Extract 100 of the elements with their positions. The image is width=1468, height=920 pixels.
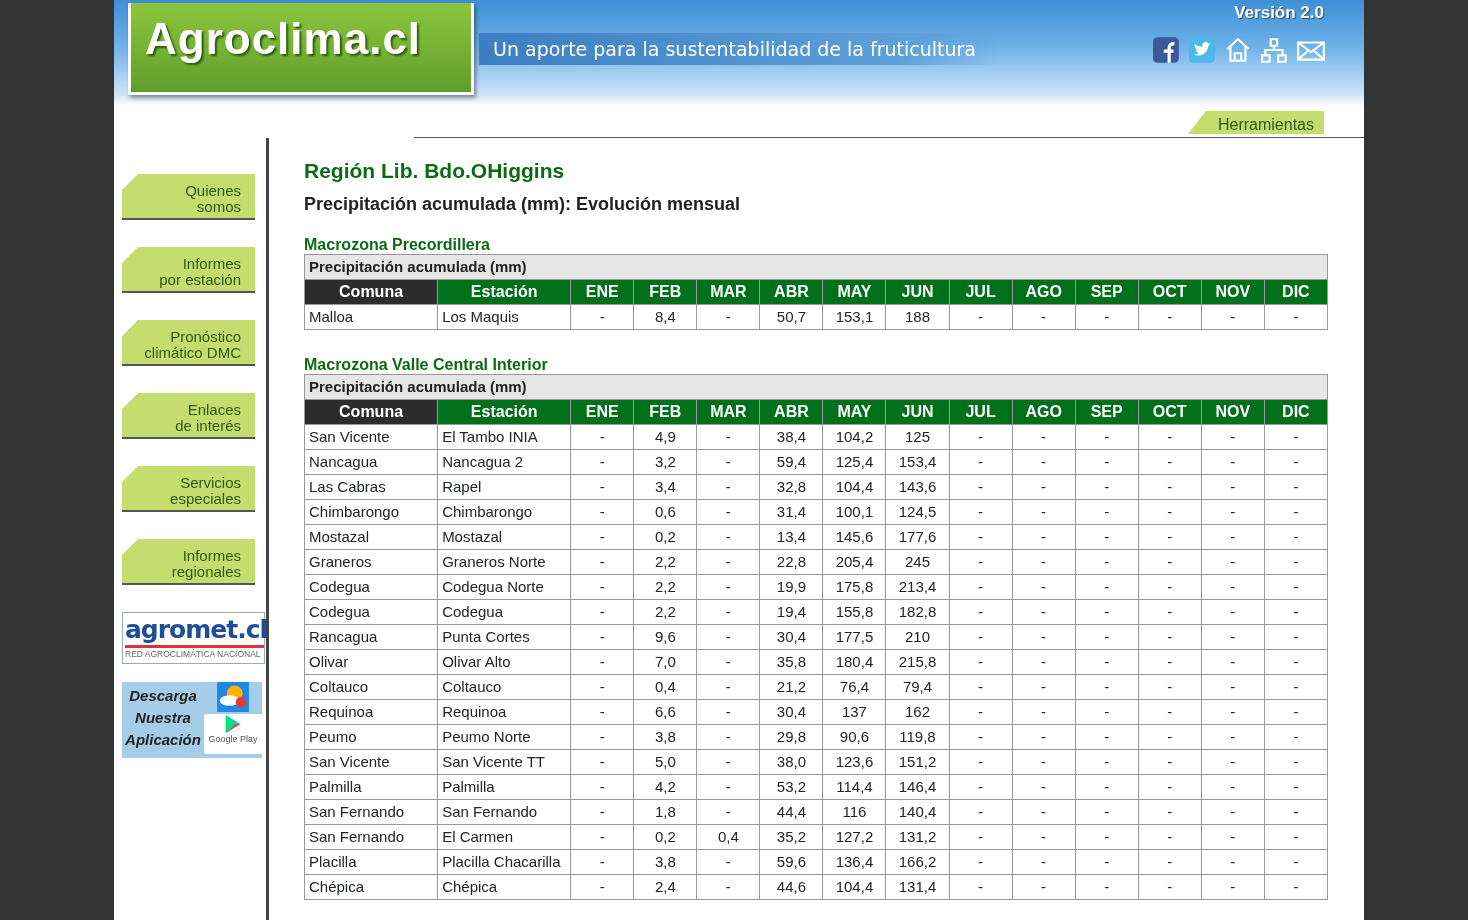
sidebar-nav-button[interactable]: Informes regionales: [122, 539, 255, 585]
table-cell: Peumo: [304, 724, 438, 750]
table-cell: -: [1264, 304, 1328, 330]
table-cell: 21,2: [759, 674, 823, 700]
table-cell: -: [1264, 424, 1328, 450]
table-cell: -: [1201, 499, 1265, 525]
table-cell: -: [1075, 549, 1139, 575]
table-cell: -: [570, 799, 634, 825]
table-cell: 180,4: [822, 649, 886, 675]
table-caption: Precipitación acumulada (mm): [304, 374, 1328, 400]
table-cell: -: [1138, 624, 1202, 650]
table-cell: -: [1138, 649, 1202, 675]
table-cell: -: [1201, 824, 1265, 850]
facebook-icon[interactable]: [1152, 36, 1182, 64]
table-cell: -: [1138, 424, 1202, 450]
table-cell: -: [949, 849, 1013, 875]
table-cell: -: [570, 549, 634, 575]
table-cell: 153,1: [822, 304, 886, 330]
agromet-banner[interactable]: agromet.cl RED AGROCLIMÁTICA NACIONAL: [122, 612, 265, 664]
table-cell: Chépica: [437, 874, 571, 900]
table-cell: Peumo Norte: [437, 724, 571, 750]
table-cell: 151,2: [886, 749, 950, 775]
table-cell: Palmilla: [437, 774, 571, 800]
table-cell: 119,8: [886, 724, 950, 750]
table-cell: -: [949, 774, 1013, 800]
table-cell: Palmilla: [304, 774, 438, 800]
sidebar-nav-button[interactable]: Enlaces de interés: [122, 393, 255, 439]
table-cell: Chépica: [304, 874, 438, 900]
twitter-icon[interactable]: [1188, 36, 1218, 64]
table-cell: 127,2: [822, 824, 886, 850]
table-cell: 3,8: [633, 724, 697, 750]
table-cell: Nancagua: [304, 449, 438, 475]
table-cell: 143,6: [886, 474, 950, 500]
table-cell: 131,4: [886, 874, 950, 900]
table-cell: 2,2: [633, 549, 697, 575]
table-cell: 114,4: [822, 774, 886, 800]
table-cell: -: [696, 424, 760, 450]
table-cell: 5,0: [633, 749, 697, 775]
table-cell: 9,6: [633, 624, 697, 650]
table-cell: 7,0: [633, 649, 697, 675]
sidebar-nav-button[interactable]: Servicios especiales: [122, 466, 255, 512]
table-cell: 213,4: [886, 574, 950, 600]
table-cell: -: [696, 674, 760, 700]
app-download-banner[interactable]: Descarga Nuestra Aplicación Google Play: [122, 682, 262, 758]
table-cell: -: [949, 649, 1013, 675]
table-cell: Placilla: [304, 849, 438, 875]
table-cell: -: [1138, 499, 1202, 525]
table-cell: 215,8: [886, 649, 950, 675]
table-cell: -: [570, 749, 634, 775]
table-cell: Graneros: [304, 549, 438, 575]
table-cell: -: [1012, 874, 1076, 900]
sidebar-nav-button[interactable]: Informes por estación: [122, 247, 255, 293]
table-cell: -: [1138, 774, 1202, 800]
table-cell: -: [1012, 624, 1076, 650]
sidebar-nav-button[interactable]: Quienes somos: [122, 174, 255, 220]
table-cell: -: [1201, 849, 1265, 875]
table-cell: 6,6: [633, 699, 697, 725]
table-cell: -: [1075, 424, 1139, 450]
table-cell: San Fernando: [304, 824, 438, 850]
table-cell: -: [1264, 624, 1328, 650]
table-cell: -: [949, 474, 1013, 500]
table-cell: 3,2: [633, 449, 697, 475]
table-cell: -: [1264, 549, 1328, 575]
table-cell: -: [1075, 749, 1139, 775]
table-cell: -: [1075, 824, 1139, 850]
table-cell: -: [1201, 574, 1265, 600]
table-cell: -: [949, 799, 1013, 825]
table-cell: -: [1201, 624, 1265, 650]
column-header: Estación: [437, 399, 571, 425]
table-cell: -: [1138, 799, 1202, 825]
table-cell: San Vicente: [304, 424, 438, 450]
table-cell: -: [1138, 824, 1202, 850]
table-cell: -: [570, 449, 634, 475]
sidebar-nav-button[interactable]: Pronóstico climático DMC: [122, 320, 255, 366]
table-cell: -: [1264, 649, 1328, 675]
table-cell: 0,6: [633, 499, 697, 525]
table-cell: -: [1201, 424, 1265, 450]
table-cell: -: [949, 824, 1013, 850]
table-cell: -: [570, 574, 634, 600]
table-cell: 30,4: [759, 699, 823, 725]
store-label: Google Play: [208, 734, 258, 745]
tools-tab[interactable]: Herramientas: [1187, 111, 1324, 134]
table-cell: -: [570, 649, 634, 675]
table-cell: -: [1012, 674, 1076, 700]
table-cell: Coltauco: [437, 674, 571, 700]
table-cell: 125: [886, 424, 950, 450]
table-cell: -: [1075, 674, 1139, 700]
table-cell: -: [1264, 574, 1328, 600]
table-cell: -: [1264, 699, 1328, 725]
table-cell: 177,6: [886, 524, 950, 550]
section-title: Macrozona Precordillera: [304, 235, 491, 254]
table-cell: 22,8: [759, 549, 823, 575]
table-cell: -: [1264, 674, 1328, 700]
table-cell: -: [696, 474, 760, 500]
table-cell: San Vicente TT: [437, 749, 571, 775]
sitemap-icon[interactable]: [1260, 36, 1290, 64]
table-cell: 0,4: [696, 824, 760, 850]
table-cell: -: [1012, 699, 1076, 725]
table-cell: -: [1075, 499, 1139, 525]
table-cell: -: [1012, 424, 1076, 450]
